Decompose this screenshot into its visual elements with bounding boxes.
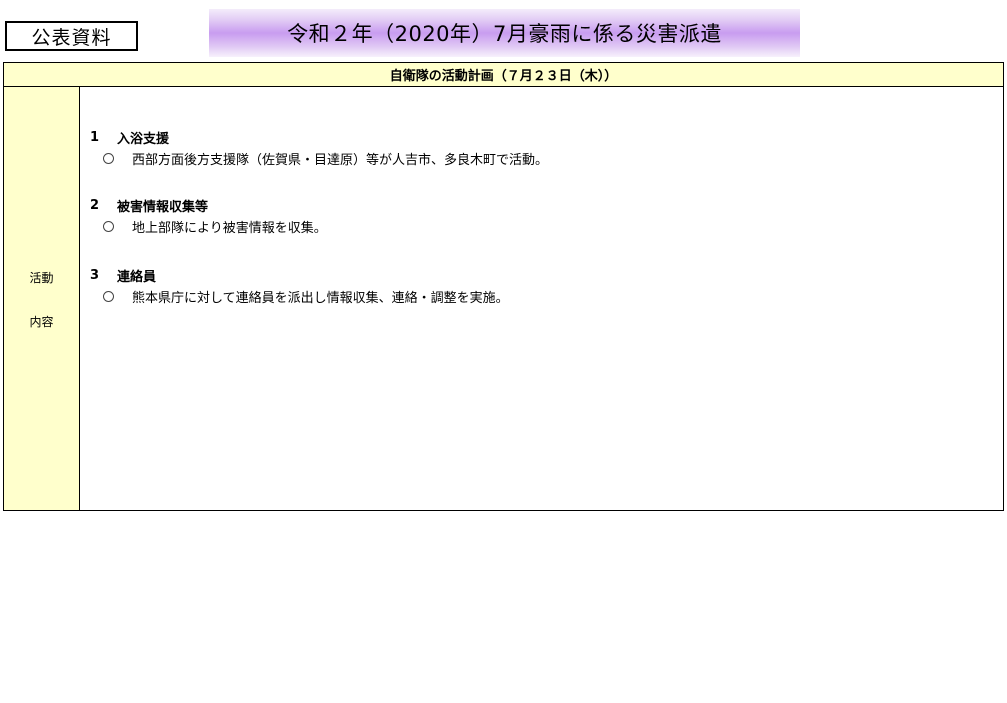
list-item: 西部方面後方支援隊（佐賀県・目達原）等が人吉市、多良木町で活動。: [103, 147, 548, 169]
section-liaison: 3 連絡員 熊本県庁に対して連絡員を派出し情報収集、連絡・調整を実施。: [90, 265, 509, 307]
section-title: 連絡員: [117, 269, 157, 285]
circle-icon: [103, 220, 114, 232]
row-label-line-1: 活動: [29, 271, 54, 285]
row-label-line-2: 内容: [29, 315, 54, 329]
section-number: 1: [90, 129, 100, 145]
section-damage-info: 2 被害情報収集等 地上部隊により被害情報を収集。: [90, 195, 327, 237]
activity-content-cell: 1 入浴支援 西部方面後方支援隊（佐賀県・目達原）等が人吉市、多良木町で活動。 …: [80, 87, 1003, 510]
section-title: 入浴支援: [117, 131, 170, 147]
section-heading: 2 被害情報収集等: [90, 195, 327, 215]
page-title-banner: 令和２年（2020年）7月豪雨に係る災害派遣: [209, 9, 800, 57]
list-item-text: 熊本県庁に対して連絡員を派出し情報収集、連絡・調整を実施。: [132, 290, 509, 306]
list-item: 熊本県庁に対して連絡員を派出し情報収集、連絡・調整を実施。: [103, 285, 509, 307]
list-item-text: 西部方面後方支援隊（佐賀県・目達原）等が人吉市、多良木町で活動。: [132, 152, 549, 168]
section-number: 2: [90, 197, 100, 213]
section-title: 被害情報収集等: [117, 199, 209, 215]
circle-icon: [103, 290, 114, 302]
table-header: 自衛隊の活動計画（７月２３日（木））: [4, 63, 1003, 87]
table-header-text: 自衛隊の活動計画（７月２３日（木））: [389, 69, 618, 84]
section-bathing-support: 1 入浴支援 西部方面後方支援隊（佐賀県・目達原）等が人吉市、多良木町で活動。: [90, 127, 548, 169]
section-heading: 1 入浴支援: [90, 127, 548, 147]
section-number: 3: [90, 267, 100, 283]
activity-plan-table: 自衛隊の活動計画（７月２３日（木）） 活動 内容 1 入浴支援 西部方面後方支援…: [3, 62, 1004, 511]
circle-icon: [103, 152, 114, 164]
page-title: 令和２年（2020年）7月豪雨に係る災害派遣: [287, 22, 722, 46]
row-label-cell: 活動 内容: [4, 87, 80, 510]
list-item-text: 地上部隊により被害情報を収集。: [132, 220, 327, 236]
section-heading: 3 連絡員: [90, 265, 509, 285]
list-item: 地上部隊により被害情報を収集。: [103, 215, 327, 237]
public-document-badge: 公表資料: [5, 21, 138, 51]
